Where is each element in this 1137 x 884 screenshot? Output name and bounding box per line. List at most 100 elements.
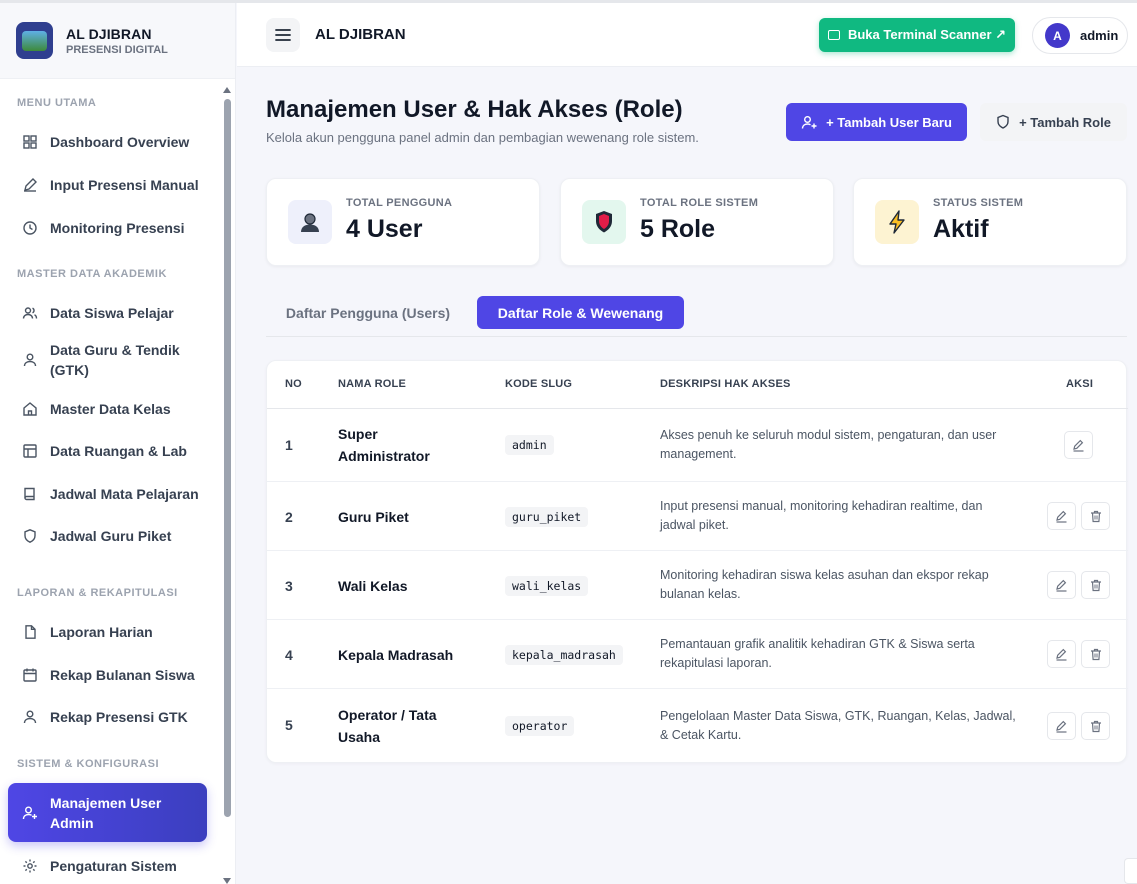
- role-description: Monitoring kehadiran siswa kelas asuhan …: [660, 568, 989, 601]
- sidebar-item-label: Rekap Bulanan Siswa: [50, 667, 195, 683]
- edit-icon: [1073, 439, 1084, 452]
- sidebar-item-master-kelas[interactable]: Master Data Kelas: [8, 389, 207, 429]
- row-number: 3: [285, 578, 293, 594]
- delete-role-button[interactable]: [1081, 712, 1110, 740]
- menu-toggle-button[interactable]: [266, 18, 300, 52]
- sidebar-item-label: Dashboard Overview: [50, 134, 190, 150]
- shield-icon: [22, 528, 38, 544]
- user-icon: [22, 709, 38, 725]
- sidebar-item-label: Pengaturan Sistem: [50, 858, 177, 874]
- sidebar-item-pengaturan[interactable]: Pengaturan Sistem: [8, 846, 207, 884]
- sidebar-scrollbar[interactable]: [222, 83, 232, 884]
- delete-role-button[interactable]: [1081, 571, 1110, 599]
- sidebar-item-dashboard[interactable]: Dashboard Overview: [8, 122, 207, 162]
- avatar: A: [1045, 23, 1070, 48]
- section-title-laporan: LAPORAN & REKAPITULASI: [17, 587, 178, 599]
- role-slug: guru_piket: [505, 507, 589, 527]
- sidebar-item-manajemen-user[interactable]: Manajemen User Admin: [8, 783, 207, 842]
- add-user-label: + Tambah User Baru: [826, 114, 952, 130]
- hamburger-icon: [275, 29, 291, 41]
- layout-icon: [22, 443, 38, 459]
- sidebar-item-label: Data Guru & Tendik (GTK): [50, 342, 180, 378]
- trash-icon: [1090, 579, 1101, 591]
- stat-label: TOTAL ROLE SISTEM: [640, 197, 759, 209]
- sidebar: AL DJIBRAN PRESENSI DIGITAL MENU UTAMA D…: [0, 3, 236, 884]
- delete-role-button[interactable]: [1081, 502, 1110, 530]
- tab-bar: Daftar Pengguna (Users) Daftar Role & We…: [266, 296, 1127, 337]
- stat-card-total-roles: TOTAL ROLE SISTEM 5 Role: [560, 178, 834, 266]
- stat-card-total-users: TOTAL PENGGUNA 4 User: [266, 178, 540, 266]
- role-slug: admin: [505, 435, 554, 455]
- sidebar-item-monitoring[interactable]: Monitoring Presensi: [8, 208, 207, 248]
- row-number: 2: [285, 509, 293, 525]
- trash-icon: [1090, 720, 1101, 732]
- sidebar-item-label: Laporan Harian: [50, 624, 153, 640]
- section-title-sistem: SISTEM & KONFIGURASI: [17, 758, 160, 770]
- stat-card-system-status: STATUS SISTEM Aktif: [853, 178, 1127, 266]
- edit-role-button[interactable]: [1047, 640, 1076, 668]
- scroll-up-arrow-icon[interactable]: [223, 87, 231, 93]
- sidebar-item-input-presensi[interactable]: Input Presensi Manual: [8, 165, 207, 205]
- sidebar-item-rekap-bulanan[interactable]: Rekap Bulanan Siswa: [8, 655, 207, 695]
- sidebar-item-data-ruangan[interactable]: Data Ruangan & Lab: [8, 431, 207, 471]
- user-menu[interactable]: A admin: [1032, 17, 1128, 54]
- scroll-down-arrow-icon[interactable]: [223, 878, 231, 884]
- sidebar-item-data-guru[interactable]: Data Guru & Tendik (GTK): [8, 335, 207, 385]
- sidebar-item-label: Data Ruangan & Lab: [50, 443, 187, 459]
- add-role-button[interactable]: + Tambah Role: [980, 103, 1127, 141]
- open-scanner-button[interactable]: Buka Terminal Scanner ↗: [819, 18, 1015, 52]
- stat-value: 5 Role: [640, 215, 716, 243]
- role-name: Operator / Tata Usaha: [338, 707, 437, 745]
- table-row: 3 Wali Kelas wali_kelas Monitoring kehad…: [267, 551, 1128, 620]
- shield-badge-icon: [582, 200, 626, 244]
- edit-icon: [1056, 510, 1067, 523]
- table-row: 1 Super Administrator admin Akses penuh …: [267, 409, 1128, 482]
- role-description: Input presensi manual, monitoring kehadi…: [660, 499, 983, 532]
- table-row: 2 Guru Piket guru_piket Input presensi m…: [267, 482, 1128, 551]
- floating-widget-edge[interactable]: [1124, 858, 1137, 884]
- users-icon: [22, 305, 38, 321]
- brand-subtitle: PRESENSI DIGITAL: [66, 43, 168, 56]
- edit-role-button[interactable]: [1047, 712, 1076, 740]
- sidebar-item-label: Monitoring Presensi: [50, 220, 185, 236]
- sidebar-item-jadwal-mapel[interactable]: Jadwal Mata Pelajaran: [8, 474, 207, 514]
- role-name: Kepala Madrasah: [338, 647, 454, 663]
- table-header: NO NAMA ROLE KODE SLUG DESKRIPSI HAK AKS…: [267, 361, 1128, 409]
- header-title: AL DJIBRAN: [315, 26, 406, 43]
- role-slug: wali_kelas: [505, 576, 589, 596]
- delete-role-button[interactable]: [1081, 640, 1110, 668]
- stat-value: Aktif: [933, 215, 989, 243]
- scrollbar-thumb[interactable]: [224, 99, 231, 817]
- sidebar-item-laporan-harian[interactable]: Laporan Harian: [8, 612, 207, 652]
- open-scanner-label: Buka Terminal Scanner ↗: [847, 27, 1007, 42]
- edit-icon: [1056, 720, 1067, 733]
- page-title: Manajemen User & Hak Akses (Role): [266, 96, 683, 123]
- stat-label: TOTAL PENGGUNA: [346, 197, 453, 209]
- sidebar-item-label: Jadwal Guru Piket: [50, 528, 172, 544]
- column-header-slug: KODE SLUG: [505, 378, 573, 390]
- role-description: Akses penuh ke seluruh modul sistem, pen…: [660, 428, 997, 461]
- sidebar-item-jadwal-piket[interactable]: Jadwal Guru Piket: [8, 516, 207, 556]
- edit-role-button[interactable]: [1064, 431, 1093, 459]
- tab-users[interactable]: Daftar Pengguna (Users): [274, 296, 462, 329]
- grid-icon: [22, 134, 38, 150]
- sidebar-item-label: Data Siswa Pelajar: [50, 305, 174, 321]
- sidebar-item-rekap-gtk[interactable]: Rekap Presensi GTK: [8, 697, 207, 737]
- edit-icon: [1056, 579, 1067, 592]
- role-name: Wali Kelas: [338, 578, 408, 594]
- edit-role-button[interactable]: [1047, 571, 1076, 599]
- user-name: admin: [1080, 28, 1119, 43]
- lightning-icon: [875, 200, 919, 244]
- role-name: Guru Piket: [338, 509, 409, 525]
- role-description: Pemantauan grafik analitik kehadiran GTK…: [660, 637, 975, 670]
- role-description: Pengelolaan Master Data Siswa, GTK, Ruan…: [660, 709, 1016, 742]
- top-header: AL DJIBRAN Buka Terminal Scanner ↗ A adm…: [237, 3, 1137, 67]
- trash-icon: [1090, 510, 1101, 522]
- add-user-button[interactable]: + Tambah User Baru: [786, 103, 967, 141]
- sidebar-item-data-siswa[interactable]: Data Siswa Pelajar: [8, 293, 207, 333]
- school-logo: [16, 22, 53, 59]
- column-header-name: NAMA ROLE: [338, 378, 406, 390]
- calendar-icon: [22, 667, 38, 683]
- tab-roles[interactable]: Daftar Role & Wewenang: [477, 296, 684, 329]
- edit-role-button[interactable]: [1047, 502, 1076, 530]
